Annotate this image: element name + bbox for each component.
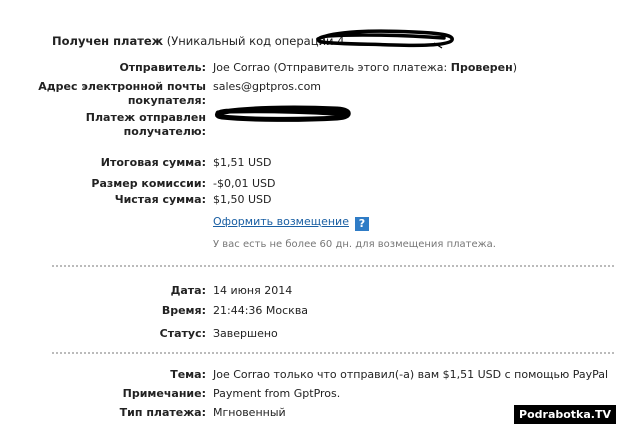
subject-value: Joe Corrao только что отправил(-а) вам $… [213, 368, 609, 381]
section-divider [52, 265, 614, 267]
date-label: Дата: [170, 284, 206, 297]
section-divider [52, 352, 614, 354]
fee-label: Размер комиссии: [91, 177, 206, 190]
recipient-label-line2: получателю: [123, 125, 206, 138]
payment-type-label: Тип платежа: [119, 406, 206, 419]
net-amount-value: $1,50 USD [213, 193, 272, 206]
total-amount-value: $1,51 USD [213, 156, 272, 169]
time-value: 21:44:36 Москва [213, 304, 309, 317]
buyer-email-value: sales@gptpros.com [213, 80, 322, 93]
page-title: Получен платеж [52, 34, 164, 48]
fee-value: -$0,01 USD [213, 177, 276, 190]
status-label: Статус: [159, 327, 206, 340]
sender-value: Joe Corrao (Отправитель этого платежа: П… [213, 61, 517, 74]
payment-details-page: Получен платеж (Уникальный код операции … [0, 0, 619, 426]
date-value: 14 июня 2014 [213, 284, 293, 297]
refund-deadline-note: У вас есть не более 60 дн. для возмещени… [213, 239, 496, 250]
recipient-label-line1: Платеж отправлен [85, 111, 206, 124]
note-label: Примечание: [122, 387, 206, 400]
redaction-scribble-transaction-id [316, 29, 454, 49]
refund-container: Оформить возмещение? [213, 215, 369, 231]
sender-name: Joe Corrao (Отправитель этого платежа: [213, 61, 448, 74]
note-value: Payment from GptPros. [213, 387, 341, 400]
buyer-email-label-line2: покупателя: [127, 94, 206, 107]
payment-header: Получен платеж (Уникальный код операции … [52, 34, 344, 48]
net-amount-label: Чистая сумма: [114, 193, 206, 206]
status-value: Завершено [213, 327, 278, 340]
buyer-email-label-line1: Адрес электронной почты [38, 80, 206, 93]
issue-refund-link[interactable]: Оформить возмещение [213, 215, 349, 228]
help-icon[interactable]: ? [354, 217, 369, 231]
time-label: Время: [161, 304, 206, 317]
sender-verified-status: Проверен [450, 61, 513, 74]
watermark: Podrabotka.TV [514, 405, 616, 424]
total-amount-label: Итоговая сумма: [100, 156, 206, 169]
subject-label: Тема: [170, 368, 206, 381]
sender-close-paren: ) [512, 61, 518, 74]
redaction-scribble-recipient [214, 105, 351, 122]
sender-label: Отправитель: [119, 61, 206, 74]
payment-type-value: Мгновенный [213, 406, 286, 419]
